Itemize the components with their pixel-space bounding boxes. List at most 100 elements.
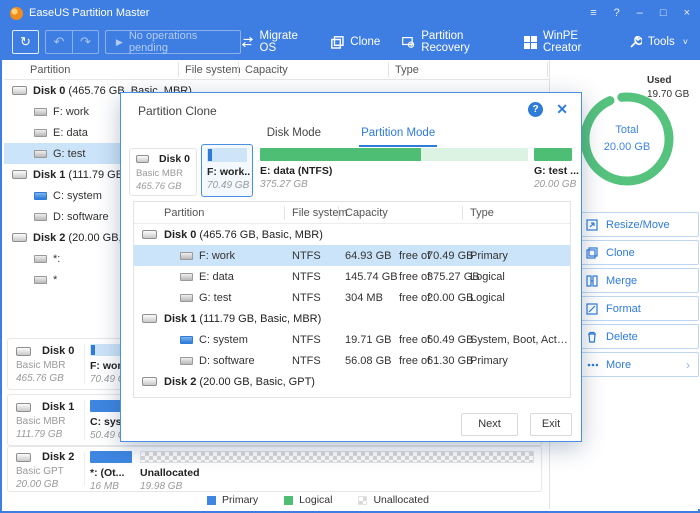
app-logo-icon <box>10 7 23 20</box>
undo-redo-group: ↶ ↷ <box>45 30 99 54</box>
delete-button[interactable]: Delete <box>577 324 699 349</box>
toolbar: ↻ ↶ ↷ ▶ No operations pending Migrate OS… <box>2 24 698 60</box>
dialog-tabs: Disk Mode Partition Mode <box>121 123 581 147</box>
menu-icon[interactable]: ≡ <box>590 8 596 19</box>
maximize-icon[interactable]: □ <box>660 8 667 19</box>
help-icon[interactable]: ? <box>614 8 620 19</box>
play-icon: ▶ <box>116 37 123 48</box>
disk-icon <box>12 233 27 242</box>
clone-icon <box>586 247 598 259</box>
disk-icon <box>12 170 27 179</box>
disk-icon <box>16 403 31 412</box>
dialog-row-disk0[interactable]: Disk 0(465.76 GB, Basic, MBR) <box>134 224 570 245</box>
strip-partition-f[interactable]: F: work.. 70.49 GB <box>201 144 253 197</box>
partition-icon <box>180 252 193 260</box>
col-type: Type <box>395 64 419 76</box>
resize-move-button[interactable]: Resize/Move <box>577 212 699 237</box>
redo-button[interactable]: ↷ <box>72 31 98 53</box>
clone-button[interactable]: Clone <box>331 36 380 49</box>
chevron-right-icon: › <box>686 358 690 372</box>
partition-icon <box>34 213 47 221</box>
partition-icon <box>180 357 193 365</box>
dialog-row-g-test[interactable]: G: test NTFS 304 MB free of 20.00 GB Log… <box>134 287 570 308</box>
merge-button[interactable]: Merge <box>577 268 699 293</box>
system-partition-icon <box>34 192 47 200</box>
tab-partition-mode[interactable]: Partition Mode <box>359 123 437 147</box>
tab-disk-mode[interactable]: Disk Mode <box>265 123 323 147</box>
partition-clone-dialog: Partition Clone ? ✕ Disk Mode Partition … <box>120 92 582 442</box>
strip-partition-g[interactable]: G: test ... 20.00 GB <box>534 148 574 190</box>
dialog-row-d-software[interactable]: D: software NTFS 56.08 GB free of 61.30 … <box>134 350 570 371</box>
disk2-card[interactable]: Disk 2 Basic GPT 20.00 GB *: (Ot... 16 M… <box>7 446 542 492</box>
pending-operations-button[interactable]: ▶ No operations pending <box>105 30 241 54</box>
more-button[interactable]: More › <box>577 352 699 377</box>
app-title: EaseUS Partition Master <box>29 7 149 19</box>
chevron-down-icon: ˅ <box>683 37 688 47</box>
partition-icon <box>180 294 193 302</box>
dialog-row-disk2[interactable]: Disk 2(20.00 GB, Basic, GPT) <box>134 371 570 392</box>
partition-recovery-icon <box>402 36 415 49</box>
dialog-row-disk1[interactable]: Disk 1(111.79 GB, Basic, MBR) <box>134 308 570 329</box>
primary-swatch <box>207 496 216 505</box>
partition-icon <box>34 255 47 263</box>
refresh-icon: ↻ <box>20 34 31 50</box>
disk-icon <box>136 155 149 163</box>
pending-operations-label: No operations pending <box>129 30 230 54</box>
disk2-unallocated[interactable]: Unallocated 19.98 GB <box>140 451 536 492</box>
partition-table-header: Partition File system Capacity Type <box>4 60 549 80</box>
next-button[interactable]: Next <box>461 413 518 436</box>
strip-partition-e[interactable]: E: data (NTFS) 375.27 GB <box>260 148 530 190</box>
minimize-icon[interactable]: – <box>637 8 643 19</box>
refresh-button[interactable]: ↻ <box>12 30 39 54</box>
partition-icon <box>34 150 47 158</box>
dialog-help-icon[interactable]: ? <box>528 102 543 117</box>
winpe-creator-button[interactable]: WinPE Creator <box>524 30 607 54</box>
unallocated-swatch <box>358 496 367 505</box>
clone-partition-button[interactable]: Clone <box>577 240 699 265</box>
undo-button[interactable]: ↶ <box>46 31 72 53</box>
dialog-partition-table: Partition File system Capacity Type Disk… <box>133 201 571 398</box>
system-partition-icon <box>180 336 193 344</box>
col-capacity: Capacity <box>245 64 288 76</box>
partition-legend: Primary Logical Unallocated <box>207 494 429 506</box>
disk-icon <box>12 86 27 95</box>
dialog-row-f-work[interactable]: F: work NTFS 64.93 GB free of 70.49 GB P… <box>134 245 570 266</box>
dialog-row-c-system[interactable]: C: system NTFS 19.71 GB free of 50.49 GB… <box>134 329 570 350</box>
app-window: EaseUS Partition Master ≡ ? – □ × ↻ ↶ ↷ … <box>0 0 700 513</box>
partition-recovery-button[interactable]: Partition Recovery <box>402 30 502 54</box>
dialog-title: Partition Clone <box>138 104 217 118</box>
undo-icon: ↶ <box>53 34 64 50</box>
disk-icon <box>142 230 157 239</box>
migrate-os-button[interactable]: Migrate OS <box>241 30 310 54</box>
col-partition: Partition <box>30 64 70 76</box>
redo-icon: ↷ <box>80 34 91 50</box>
partition-icon <box>34 108 47 116</box>
exit-button[interactable]: Exit <box>530 413 572 436</box>
disk-icon <box>16 453 31 462</box>
migrate-os-icon <box>241 36 254 48</box>
tools-button[interactable]: Tools ˅ <box>629 36 688 49</box>
logical-swatch <box>284 496 293 505</box>
donut-total-label: Total20.00 GB <box>570 122 684 155</box>
format-button[interactable]: Format <box>577 296 699 321</box>
strip-disk0-info: Disk 0 Basic MBR 465.76 GB <box>129 148 197 196</box>
disk-icon <box>142 314 157 323</box>
dialog-row-e-data[interactable]: E: data NTFS 145.74 GB free of 375.27 GB… <box>134 266 570 287</box>
disk2-partition-star[interactable]: *: (Ot... 16 MB <box>90 451 134 492</box>
dialog-table-header: Partition File system Capacity Type <box>134 202 570 224</box>
partition-icon <box>34 129 47 137</box>
close-icon[interactable]: × <box>684 8 690 19</box>
disk-icon <box>142 377 157 386</box>
winpe-creator-icon <box>524 36 537 49</box>
delete-icon <box>586 331 598 343</box>
col-filesystem: File system <box>185 64 241 76</box>
partition-icon <box>180 273 193 281</box>
resize-move-icon <box>586 219 598 231</box>
tools-icon <box>629 36 642 49</box>
more-icon <box>586 359 598 371</box>
merge-icon <box>586 275 598 287</box>
title-bar: EaseUS Partition Master ≡ ? – □ × <box>2 2 698 24</box>
dialog-close-icon[interactable]: ✕ <box>556 101 568 118</box>
clone-icon <box>331 36 344 49</box>
partition-icon <box>34 276 47 284</box>
